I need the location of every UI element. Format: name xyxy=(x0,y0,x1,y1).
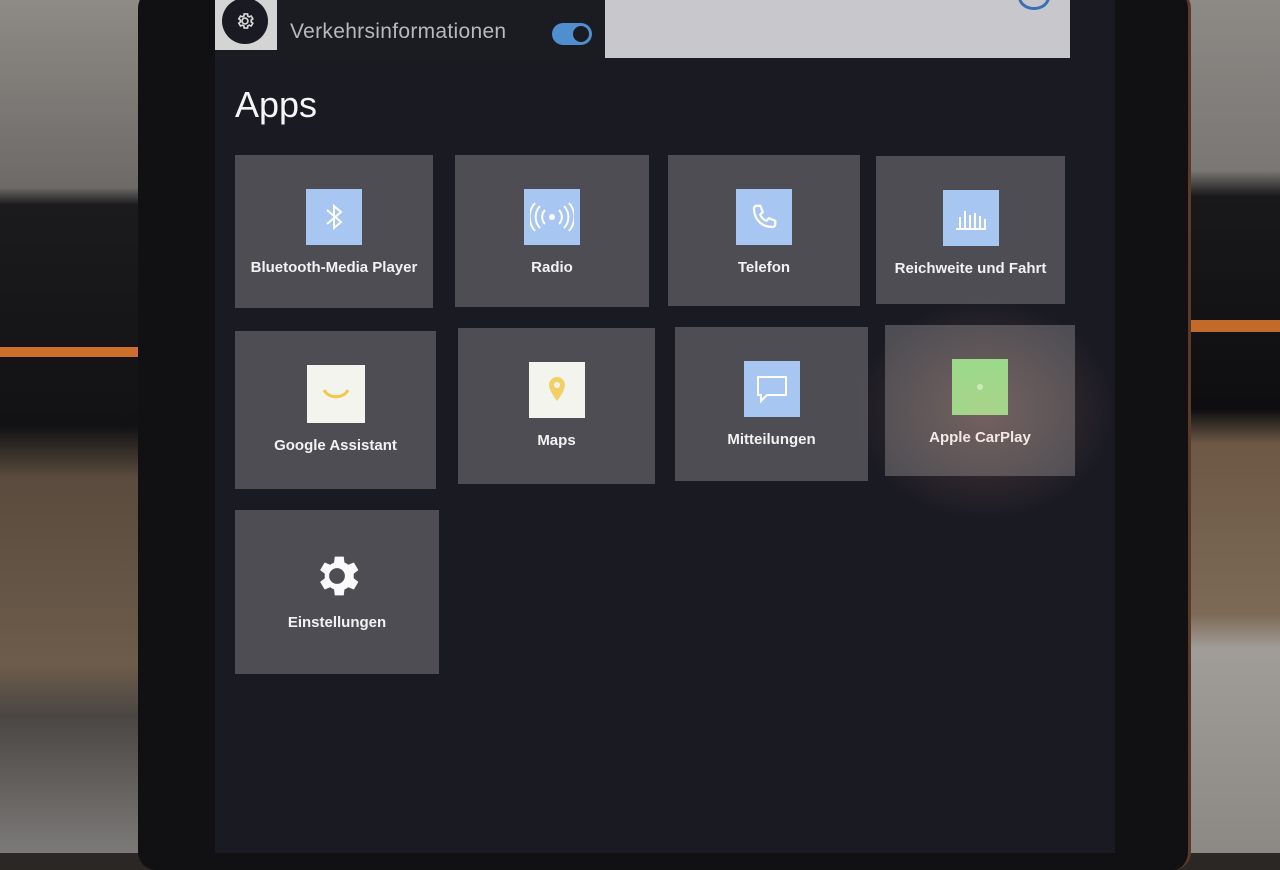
app-tile-label: Einstellungen xyxy=(287,614,387,631)
ambient-light xyxy=(0,347,140,357)
traffic-info-toggle[interactable] xyxy=(552,23,592,45)
app-tile-label: Apple CarPlay xyxy=(929,429,1031,446)
google-assistant-icon xyxy=(306,365,365,423)
app-tile-label: Mitteilungen xyxy=(727,431,816,448)
app-tile-label: Radio xyxy=(531,259,573,276)
gear-icon xyxy=(222,0,268,44)
app-tile-label: Bluetooth-Media Player xyxy=(250,259,418,276)
bluetooth-icon xyxy=(306,189,362,245)
page-title: Apps xyxy=(235,84,318,125)
app-tile-label: Telefon xyxy=(737,259,791,276)
app-tile-apple-carplay[interactable]: Apple CarPlay xyxy=(885,325,1075,476)
app-tile-mitteilungen[interactable]: Mitteilungen xyxy=(675,327,868,481)
app-tile-google-assistant[interactable]: Google Assistant xyxy=(235,331,436,489)
app-tile-radio[interactable]: Radio xyxy=(455,155,649,307)
range-chart-icon xyxy=(942,190,999,246)
traffic-info-label: Verkehrsinformationen xyxy=(290,20,507,43)
car-interior-left xyxy=(0,0,150,853)
message-icon xyxy=(743,361,800,417)
app-tile-label: Maps xyxy=(537,432,576,449)
quick-settings-button[interactable] xyxy=(215,0,277,50)
radio-icon xyxy=(524,189,580,245)
app-tile-maps[interactable]: Maps xyxy=(458,328,655,484)
app-tile-einstellungen[interactable]: Einstellungen xyxy=(235,510,439,674)
top-panel xyxy=(605,0,1070,58)
infotainment-screen: Verkehrsinformationen Apps Bluetooth-Med… xyxy=(215,0,1115,853)
app-tile-label: Reichweite und Fahrt xyxy=(894,260,1047,277)
top-bar: Verkehrsinformationen xyxy=(215,0,605,60)
app-tile-bluetooth-media-player[interactable]: Bluetooth-Media Player xyxy=(235,155,433,308)
toggle-knob xyxy=(573,26,589,42)
settings-gear-icon xyxy=(309,548,365,604)
app-tile-label: Google Assistant xyxy=(274,437,397,454)
status-indicator-icon xyxy=(1018,0,1050,10)
app-tile-reichweite-und-fahrt[interactable]: Reichweite und Fahrt xyxy=(876,156,1065,304)
carplay-icon xyxy=(952,359,1008,415)
maps-icon xyxy=(528,362,585,418)
phone-icon xyxy=(736,189,792,245)
app-tile-telefon[interactable]: Telefon xyxy=(668,155,860,306)
